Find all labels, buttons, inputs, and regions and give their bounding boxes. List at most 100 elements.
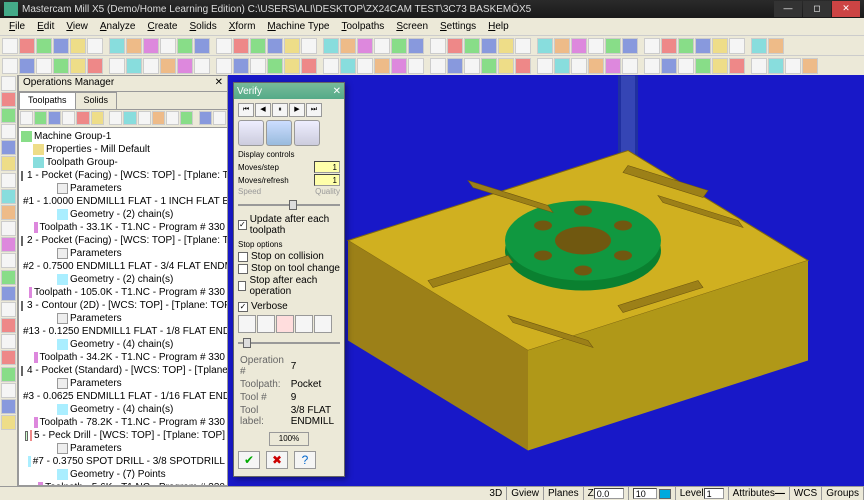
tool-button[interactable]: [695, 58, 711, 74]
tool-button[interactable]: [374, 38, 390, 54]
tool-button[interactable]: [70, 38, 86, 54]
moves-refresh-input[interactable]: [314, 174, 340, 186]
tool-button[interactable]: [323, 58, 339, 74]
tool-button[interactable]: [515, 58, 531, 74]
tool-button[interactable]: [152, 111, 165, 125]
tree-node[interactable]: Parameters: [21, 182, 225, 195]
tool-button[interactable]: [481, 38, 497, 54]
color-swatch[interactable]: [659, 489, 671, 499]
menu-analyze[interactable]: Analyze: [95, 20, 141, 33]
tool-button[interactable]: [1, 253, 16, 268]
tree-node[interactable]: Geometry - (4) chain(s): [21, 403, 225, 416]
tree-node[interactable]: Geometry - (7) Points: [21, 468, 225, 481]
tool-button[interactable]: [48, 111, 61, 125]
minimize-button[interactable]: —: [774, 1, 802, 17]
tool-button[interactable]: [751, 58, 767, 74]
tree-node[interactable]: #2 - 0.7500 ENDMILL1 FLAT - 3/4 FLAT END…: [21, 260, 225, 273]
tool-button[interactable]: [19, 58, 35, 74]
step-back-button[interactable]: ◀: [255, 103, 271, 117]
status-3d[interactable]: 3D: [485, 487, 507, 500]
menu-screen[interactable]: Screen: [391, 20, 433, 33]
tool-button[interactable]: [1, 124, 16, 139]
tool-button[interactable]: [53, 38, 69, 54]
tool-button[interactable]: [34, 111, 47, 125]
tree-node[interactable]: Machine Group-1: [21, 130, 225, 143]
tool-button[interactable]: [498, 58, 514, 74]
tool-button[interactable]: [678, 58, 694, 74]
tool-button[interactable]: [87, 58, 103, 74]
tool-button[interactable]: [70, 58, 86, 74]
tool-button[interactable]: [87, 38, 103, 54]
tool-button[interactable]: [194, 58, 210, 74]
tree-node[interactable]: Toolpath - 78.2K - T1.NC - Program # 330: [21, 416, 225, 429]
step-fwd-button[interactable]: ▶: [289, 103, 305, 117]
tool-button[interactable]: [644, 58, 660, 74]
tool-button[interactable]: [1, 399, 16, 414]
tool-button[interactable]: [695, 38, 711, 54]
pause-button[interactable]: ⏸: [272, 103, 288, 117]
tool-button[interactable]: [301, 38, 317, 54]
tool-button[interactable]: [605, 38, 621, 54]
cancel-button[interactable]: ✖: [266, 451, 288, 469]
tool-button[interactable]: [712, 58, 728, 74]
tool-button[interactable]: [123, 111, 136, 125]
tree-node[interactable]: Parameters: [21, 442, 225, 455]
tree-node[interactable]: Toolpath - 33.1K - T1.NC - Program # 330: [21, 221, 225, 234]
status-attributes[interactable]: Attributes —: [729, 487, 790, 500]
tool-button[interactable]: [729, 58, 745, 74]
tool-button[interactable]: [233, 58, 249, 74]
tool-button[interactable]: [661, 38, 677, 54]
ok-button[interactable]: ✔: [238, 451, 260, 469]
tool-button[interactable]: [1, 108, 16, 123]
help-button[interactable]: ?: [294, 451, 316, 469]
tool-button[interactable]: [554, 38, 570, 54]
tool-button[interactable]: [622, 58, 638, 74]
stop-collision-checkbox[interactable]: [238, 252, 248, 262]
tool-button[interactable]: [199, 111, 212, 125]
tool-button[interactable]: [76, 111, 89, 125]
section-button[interactable]: [257, 315, 275, 333]
om-close-icon[interactable]: ✕: [215, 77, 223, 90]
tree-node[interactable]: Toolpath Group-: [21, 156, 225, 169]
save-button[interactable]: [314, 315, 332, 333]
tool-button[interactable]: [216, 38, 232, 54]
tool-button[interactable]: [678, 38, 694, 54]
tool-button[interactable]: [447, 38, 463, 54]
tool-button[interactable]: [250, 38, 266, 54]
tab-solids[interactable]: Solids: [75, 92, 118, 109]
tool-button[interactable]: [751, 38, 767, 54]
mode-turbo-button[interactable]: [238, 120, 264, 146]
tool-button[interactable]: [109, 58, 125, 74]
tool-button[interactable]: [430, 58, 446, 74]
toolpath-tree[interactable]: Machine Group-1Properties - Mill Default…: [19, 128, 227, 485]
tool-button[interactable]: [284, 58, 300, 74]
menu-xform[interactable]: Xform: [224, 20, 261, 33]
tool-button[interactable]: [1, 415, 16, 430]
maximize-button[interactable]: ◻: [803, 1, 831, 17]
tool-button[interactable]: [216, 58, 232, 74]
tool-button[interactable]: [1, 302, 16, 317]
menu-settings[interactable]: Settings: [435, 20, 481, 33]
tool-button[interactable]: [464, 58, 480, 74]
tool-button[interactable]: [430, 38, 446, 54]
tool-button[interactable]: [1, 383, 16, 398]
tool-button[interactable]: [284, 38, 300, 54]
tool-button[interactable]: [267, 58, 283, 74]
tool-button[interactable]: [588, 58, 604, 74]
tool-button[interactable]: [408, 58, 424, 74]
tool-button[interactable]: [1, 76, 16, 91]
mode-trueshape-button[interactable]: [294, 120, 320, 146]
tab-toolpaths[interactable]: Toolpaths: [19, 92, 76, 109]
tool-button[interactable]: [233, 38, 249, 54]
speed-slider[interactable]: [238, 198, 340, 212]
verify-close-icon[interactable]: ✕: [333, 86, 341, 97]
tree-node[interactable]: #13 - 0.1250 ENDMILL1 FLAT - 1/8 FLAT EN…: [21, 325, 225, 338]
tree-node[interactable]: 5 - Peck Drill - [WCS: TOP] - [Tplane: T…: [21, 429, 225, 442]
menu-toolpaths[interactable]: Toolpaths: [337, 20, 390, 33]
tree-node[interactable]: Geometry - (2) chain(s): [21, 273, 225, 286]
tool-button[interactable]: [180, 111, 193, 125]
tool-button[interactable]: [1, 270, 16, 285]
menu-solids[interactable]: Solids: [184, 20, 221, 33]
tool-button[interactable]: [250, 58, 266, 74]
tool-button[interactable]: [177, 58, 193, 74]
